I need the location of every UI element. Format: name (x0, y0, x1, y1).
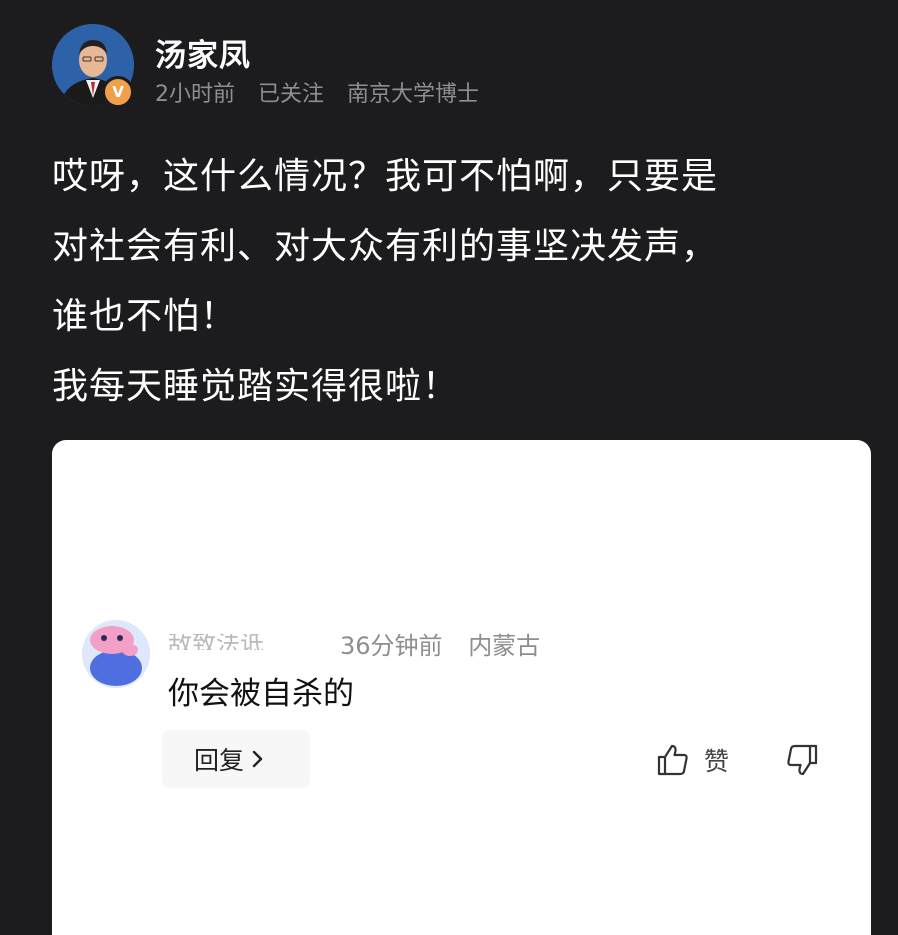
post-body: 哎呀，这什么情况？我可不怕啊，只要是 对社会有利、对大众有利的事坚决发声， 谁也… (52, 142, 852, 422)
comment-meta: 36分钟前 内蒙古 (340, 626, 558, 661)
like-label: 赞 (704, 747, 730, 776)
author-name[interactable]: 汤家凤 (155, 30, 251, 75)
post-body-line: 哎呀，这什么情况？我可不怕啊，只要是 (52, 156, 719, 197)
post-body-line: 谁也不怕！ (52, 296, 238, 337)
post-body-line: 我每天睡觉踏实得很啦！ (52, 366, 460, 407)
comment-location: 内蒙古 (468, 632, 541, 660)
reply-button[interactable]: 回复 (162, 730, 310, 788)
reply-label: 回复 (194, 746, 245, 775)
post-body-line: 对社会有利、对大众有利的事坚决发声， (52, 226, 719, 267)
thumbs-down-icon (787, 744, 818, 776)
pink-creature-avatar-icon (82, 620, 150, 688)
verified-badge-icon: V (102, 76, 134, 108)
comment-time: 36分钟前 (340, 632, 443, 660)
follow-status[interactable]: 已关注 (258, 82, 324, 107)
commenter-name[interactable]: 敌致法诋 (168, 634, 318, 650)
post-header: V 汤家凤 2小时前 已关注 南京大学博士 (52, 24, 852, 114)
post-time: 2小时前 (155, 82, 235, 107)
post-meta: 2小时前 已关注 南京大学博士 (155, 76, 495, 108)
comment-screenshot-card: 敌致法诋 36分钟前 内蒙古 你会被自杀的 回复 赞 (52, 440, 871, 935)
commenter-avatar[interactable] (82, 620, 150, 688)
comment-text: 你会被自杀的 (168, 676, 354, 712)
author-description: 南京大学博士 (347, 82, 480, 107)
like-button[interactable]: 赞 (656, 740, 729, 780)
dislike-button[interactable] (783, 742, 819, 778)
thumbs-up-icon (657, 744, 688, 776)
chevron-right-icon (252, 750, 263, 768)
